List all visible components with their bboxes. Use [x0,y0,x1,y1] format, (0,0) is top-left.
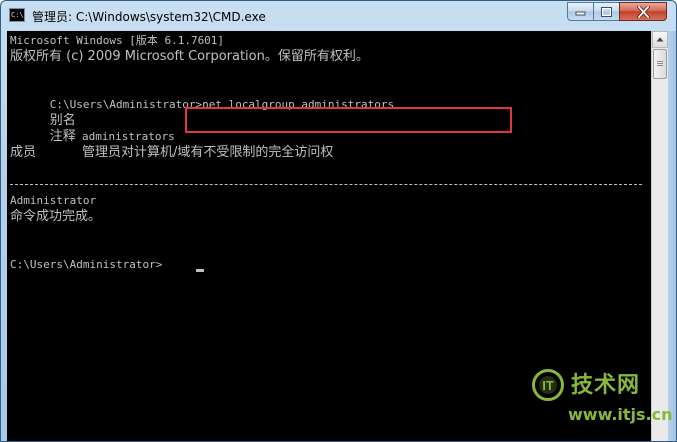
scroll-up-arrow-icon [656,37,664,42]
cmd-window: C:\ 管理员: C:\Windows\system32\CMD.exe Mic… [0,0,677,442]
version-line: Microsoft Windows [版本 6.1.7601] [10,34,225,47]
title-bar[interactable]: C:\ 管理员: C:\Windows\system32\CMD.exe [1,1,676,31]
minimize-icon [575,11,586,16]
minimize-button[interactable] [567,2,594,21]
current-prompt: C:\Users\Administrator> [10,258,163,271]
close-icon [636,5,650,18]
scroll-up-button[interactable] [652,31,668,48]
separator-line [10,184,642,185]
alias-value: administrators [82,130,175,143]
cmd-icon: C:\ [9,8,25,22]
site-watermark: IT 技术网 www.itjs.cn [528,361,676,441]
text-cursor [196,269,204,272]
comment-row: 注释 管理员对计算机/域有不受限制的完全访问权 [10,113,334,160]
members-label: 成员 [10,145,37,160]
scroll-thumb[interactable] [653,49,667,79]
member-entry: Administrator [10,194,97,207]
close-button[interactable] [619,2,667,21]
alias-row: 别名 administrators [10,97,175,143]
itjs-logo-icon: IT [532,369,564,401]
success-message: 命令成功完成。 [10,209,102,224]
command-line: C:\Users\Administrator>net localgroup ad… [10,81,394,111]
logo-text: IT [542,378,554,393]
command-highlight-box [185,107,512,133]
window-title: 管理员: C:\Windows\system32\CMD.exe [32,10,266,24]
watermark-brand: 技术网 [571,373,641,398]
comment-label: 注释 [49,129,76,144]
maximize-button[interactable] [593,2,620,21]
copyright-line: 版权所有 (c) 2009 Microsoft Corporation。保留所有… [10,49,369,64]
watermark-url: www.itjs.cn [568,405,673,424]
maximize-icon [601,6,612,17]
comment-value: 管理员对计算机/域有不受限制的完全访问权 [82,145,334,160]
